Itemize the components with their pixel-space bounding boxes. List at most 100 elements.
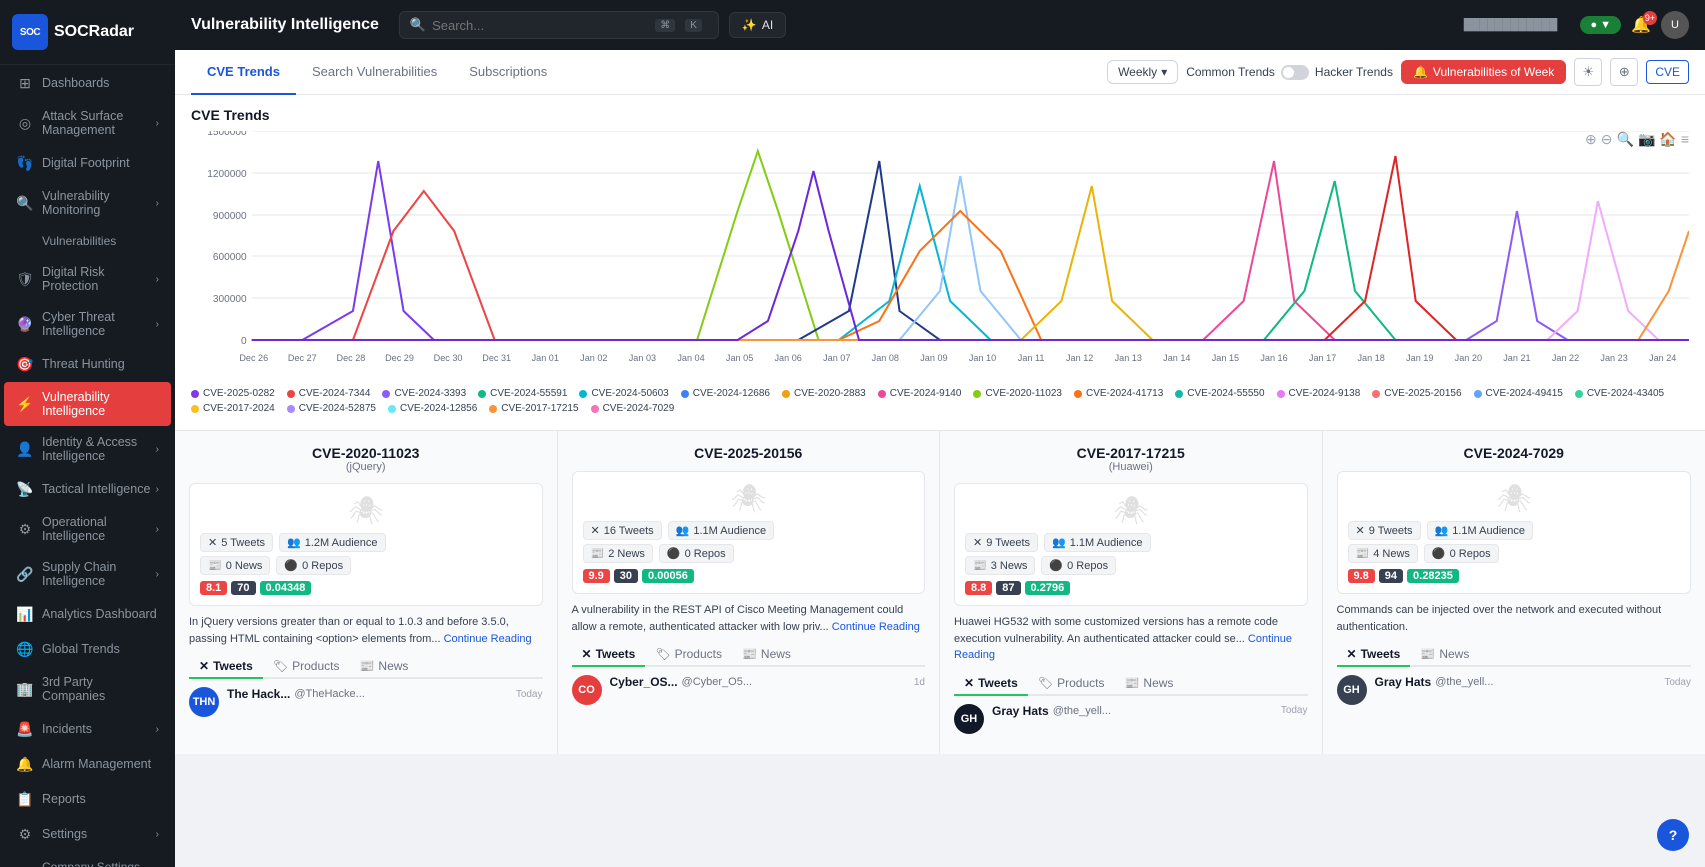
sidebar-item-cyber-threat[interactable]: 🔮Cyber Threat Intelligence› bbox=[4, 302, 171, 346]
card-tab-products-cve-2017-17215[interactable]: 🏷 Products bbox=[1028, 672, 1115, 696]
tab-search-vuln[interactable]: Search Vulnerabilities bbox=[296, 50, 453, 95]
github-icon: ⚫ bbox=[284, 559, 298, 572]
card-tabs-cve-2024-7029: ✕ Tweets 📰 News bbox=[1337, 643, 1692, 667]
continue-link-cve-2017-17215[interactable]: Continue Reading bbox=[954, 633, 1292, 662]
help-button[interactable]: ? bbox=[1657, 819, 1689, 851]
audience-icon: 👥 bbox=[1435, 524, 1449, 537]
sidebar-item-vuln-monitoring[interactable]: 🔍Vulnerability Monitoring› bbox=[4, 181, 171, 225]
svg-text:Jan 14: Jan 14 bbox=[1163, 353, 1190, 363]
tweet-item-cve-2024-7029: GH Gray Hats @the_yell... Today bbox=[1337, 675, 1692, 705]
legend-label-cve19: CVE-2017-17215 bbox=[501, 403, 578, 414]
tweet-handle-cve-2020-11023: @TheHacke... bbox=[294, 688, 364, 700]
legend-label-cve6: CVE-2024-12686 bbox=[693, 388, 770, 399]
status-button[interactable]: ● ▼ bbox=[1580, 16, 1621, 34]
sidebar-item-operational-intel[interactable]: ⚙Operational Intelligence› bbox=[4, 507, 171, 551]
svg-text:Jan 21: Jan 21 bbox=[1503, 353, 1530, 363]
analytics-icon: 📊 bbox=[16, 605, 34, 623]
trends-toggle-switch[interactable] bbox=[1281, 65, 1309, 80]
cve-trend-chart: 1500000 1200000 900000 600000 300000 0 bbox=[191, 131, 1689, 381]
sidebar-item-global-trends[interactable]: 🌐Global Trends bbox=[4, 632, 171, 666]
card-tab-tweets-cve-2017-17215[interactable]: ✕ Tweets bbox=[954, 672, 1028, 696]
sidebar-item-vuln-intel[interactable]: ⚡Vulnerability Intelligence bbox=[4, 382, 171, 426]
legend-dot-cve6 bbox=[681, 390, 689, 398]
sidebar-item-reports[interactable]: 📋Reports bbox=[4, 782, 171, 816]
continue-link-cve-2025-20156[interactable]: Continue Reading bbox=[832, 621, 920, 633]
card-tab-products-cve-2020-11023[interactable]: 🏷 Products bbox=[263, 655, 350, 679]
user-avatar[interactable]: ████████████ bbox=[1450, 11, 1570, 39]
sidebar-item-attack-surface[interactable]: ◎Attack Surface Management› bbox=[4, 101, 171, 145]
legend-item-cve4: CVE-2024-55591 bbox=[478, 388, 567, 399]
vuln-week-button[interactable]: 🔔 Vulnerabilities of Week bbox=[1401, 60, 1566, 84]
sidebar-item-alarm-mgmt[interactable]: 🔔Alarm Management bbox=[4, 747, 171, 781]
tweets-badge-cve-2025-20156: ✕ 16 Tweets bbox=[583, 521, 662, 540]
card-inner-cve-2020-11023: 🕷 ✕ 5 Tweets 👥 1.2M Audience 📰 0 News ⚫ … bbox=[189, 483, 543, 606]
search-box[interactable]: 🔍 ⌘ K bbox=[399, 11, 719, 39]
legend-dot-cve20 bbox=[591, 405, 599, 413]
vuln-week-label: Vulnerabilities of Week bbox=[1433, 65, 1554, 79]
svg-text:Jan 06: Jan 06 bbox=[775, 353, 802, 363]
legend-item-cve13: CVE-2025-20156 bbox=[1372, 388, 1461, 399]
svg-text:Jan 22: Jan 22 bbox=[1552, 353, 1579, 363]
news-icon-cve-2024-7029: 📰 bbox=[1420, 647, 1435, 661]
weekly-select[interactable]: Weekly ▾ bbox=[1107, 60, 1178, 84]
notification-button[interactable]: 🔔 9+ bbox=[1631, 15, 1651, 35]
zoom-in-icon[interactable]: ⊕ bbox=[1585, 131, 1597, 148]
github-icon: ⚫ bbox=[1049, 559, 1063, 572]
card-tab-label-products: Products bbox=[675, 647, 722, 661]
sidebar-item-label-company-settings: Company Settings bbox=[42, 860, 140, 867]
search-input[interactable] bbox=[432, 18, 647, 33]
svg-text:Jan 09: Jan 09 bbox=[920, 353, 947, 363]
cve-button[interactable]: CVE bbox=[1646, 60, 1689, 84]
user-avatar-circle[interactable]: U bbox=[1661, 11, 1689, 39]
camera-icon[interactable]: 📷 bbox=[1638, 131, 1655, 148]
cve-card-cve-2024-7029: CVE-2024-7029 🕷 ✕ 9 Tweets 👥 1.1M Audien… bbox=[1323, 431, 1705, 754]
card-tab-news-cve-2020-11023[interactable]: 📰 News bbox=[349, 655, 418, 679]
legend-dot-cve14 bbox=[1474, 390, 1482, 398]
svg-text:Jan 12: Jan 12 bbox=[1066, 353, 1093, 363]
sidebar-item-digital-footprint[interactable]: 👣Digital Footprint bbox=[4, 146, 171, 180]
card-tab-tweets-cve-2024-7029[interactable]: ✕ Tweets bbox=[1337, 643, 1411, 667]
tab-subscriptions[interactable]: Subscriptions bbox=[453, 50, 563, 95]
sidebar-item-label-attack-surface: Attack Surface Management bbox=[42, 109, 156, 137]
sidebar-item-3rd-party[interactable]: 🏢3rd Party Companies bbox=[4, 667, 171, 711]
zoom-icon[interactable]: 🔍 bbox=[1617, 131, 1634, 148]
sidebar-item-settings[interactable]: ⚙Settings› bbox=[4, 817, 171, 851]
sidebar-item-threat-hunting[interactable]: 🎯Threat Hunting bbox=[4, 347, 171, 381]
news-badge-cve-2017-17215: 📰 3 News bbox=[965, 556, 1035, 575]
sidebar-item-analytics[interactable]: 📊Analytics Dashboard bbox=[4, 597, 171, 631]
ai-button[interactable]: ✨ AI bbox=[729, 12, 786, 38]
zoom-out-icon[interactable]: ⊖ bbox=[1601, 131, 1613, 148]
sidebar-item-dashboards[interactable]: ⊞Dashboards bbox=[4, 66, 171, 100]
sidebar-item-company-settings[interactable]: Company Settings bbox=[4, 852, 171, 867]
card-tab-news-cve-2024-7029[interactable]: 📰 News bbox=[1410, 643, 1479, 667]
sidebar-item-label-incidents: Incidents bbox=[42, 722, 92, 736]
sidebar-item-tactical-intel[interactable]: 📡Tactical Intelligence› bbox=[4, 472, 171, 506]
tab-cve-trends[interactable]: CVE Trends bbox=[191, 50, 296, 95]
sidebar-item-incidents[interactable]: 🚨Incidents› bbox=[4, 712, 171, 746]
home-icon[interactable]: 🏠 bbox=[1659, 131, 1676, 148]
audience-badge-cve-2024-7029: 👥 1.1M Audience bbox=[1427, 521, 1533, 540]
plus-circle-icon-btn[interactable]: ⊕ bbox=[1610, 58, 1638, 86]
card-tab-products-cve-2025-20156[interactable]: 🏷 Products bbox=[645, 643, 732, 667]
sidebar-item-digital-risk[interactable]: 🛡Digital Risk Protection› bbox=[4, 257, 171, 301]
tweet-avatar-cve-2025-20156: CO bbox=[572, 675, 602, 705]
continue-link-cve-2020-11023[interactable]: Continue Reading bbox=[444, 633, 532, 645]
legend-dot-cve4 bbox=[478, 390, 486, 398]
products-icon-cve-2017-17215: 🏷 bbox=[1038, 676, 1053, 690]
scores-row-cve-2020-11023: 8.1 70 0.04348 bbox=[200, 581, 532, 595]
menu-icon[interactable]: ≡ bbox=[1681, 131, 1689, 148]
sidebar-item-label-vulnerabilities: Vulnerabilities bbox=[42, 234, 116, 248]
legend-label-cve14: CVE-2024-49415 bbox=[1486, 388, 1563, 399]
bell-icon: 🔔 bbox=[1413, 65, 1428, 79]
card-tab-news-cve-2017-17215[interactable]: 📰 News bbox=[1114, 672, 1183, 696]
card-tab-tweets-cve-2025-20156[interactable]: ✕ Tweets bbox=[572, 643, 646, 667]
sun-icon-btn[interactable]: ☀ bbox=[1574, 58, 1602, 86]
sidebar-item-label-vuln-intel: Vulnerability Intelligence bbox=[42, 390, 159, 418]
legend-label-cve3: CVE-2024-3393 bbox=[394, 388, 466, 399]
spider-icon-cve-2024-7029: 🕷 bbox=[1348, 482, 1681, 515]
card-tab-tweets-cve-2020-11023[interactable]: ✕ Tweets bbox=[189, 655, 263, 679]
sidebar-item-identity-access[interactable]: 👤Identity & Access Intelligence› bbox=[4, 427, 171, 471]
sidebar-item-supply-chain[interactable]: 🔗Supply Chain Intelligence› bbox=[4, 552, 171, 596]
sidebar-item-vulnerabilities[interactable]: Vulnerabilities bbox=[4, 226, 171, 256]
card-tab-news-cve-2025-20156[interactable]: 📰 News bbox=[732, 643, 801, 667]
